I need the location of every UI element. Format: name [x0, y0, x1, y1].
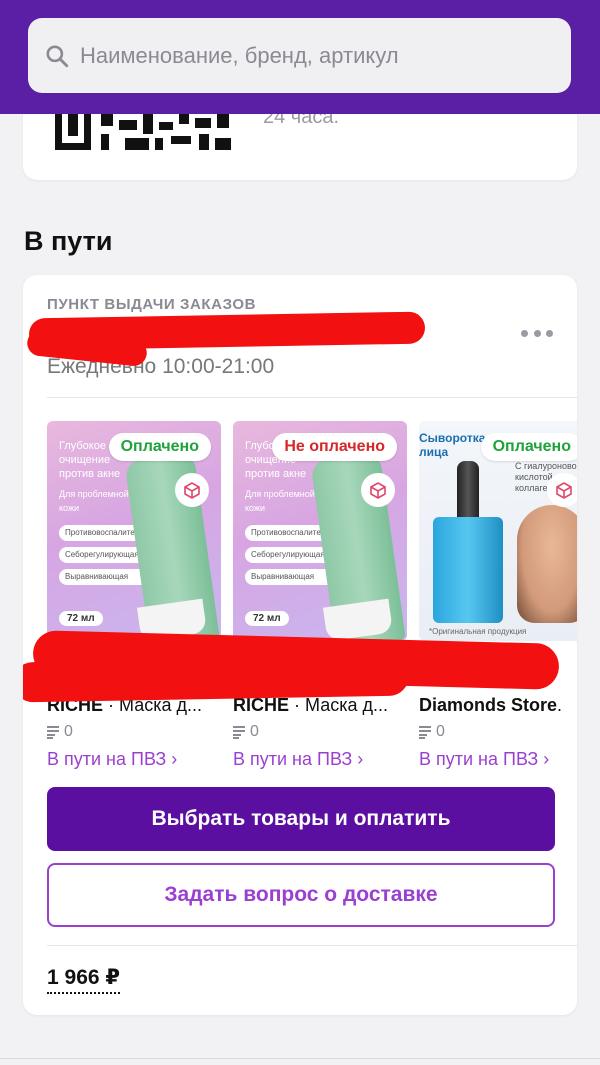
more-options-button[interactable]	[517, 321, 557, 345]
product-name: · Маска д...	[289, 695, 389, 715]
bottle-dropper-illustration	[457, 461, 479, 519]
product-rating: 0	[233, 723, 259, 741]
product-image[interactable]: Глубокое очищение против акне Для пробле…	[47, 421, 221, 641]
order-total[interactable]: 1 966 ₽	[47, 965, 120, 994]
divider	[47, 945, 577, 946]
top-header	[0, 0, 600, 114]
divider	[47, 397, 577, 398]
product-list: Глубокое очищение против акне Для пробле…	[47, 421, 577, 781]
search-bar[interactable]	[28, 18, 571, 93]
product-image-sub: Для проблемной кожи	[59, 489, 129, 513]
ask-delivery-question-button[interactable]: Задать вопрос о доставке	[47, 863, 555, 927]
product-item[interactable]: С гиалуроновой кислотой и коллагеном Сыв…	[419, 421, 577, 769]
payment-status-badge: Оплачено	[108, 433, 211, 461]
product-item[interactable]: Глубокое очищение против акне Для пробле…	[233, 421, 407, 769]
dot-icon	[533, 329, 541, 337]
volume-tag: 72 мл	[245, 611, 289, 626]
delivery-status-link[interactable]: В пути на ПВЗ ›	[47, 749, 177, 770]
dot-icon	[546, 329, 553, 337]
product-title-redaction	[23, 655, 410, 703]
reviews-icon	[419, 726, 431, 739]
search-icon	[46, 44, 69, 67]
dot-icon	[521, 329, 528, 337]
rating-count: 0	[436, 723, 445, 740]
payment-status-badge: Оплачено	[480, 433, 577, 461]
product-image[interactable]: Глубокое очищение против акне Для пробле…	[233, 421, 407, 641]
reviews-icon	[233, 726, 245, 739]
package-return-icon	[175, 473, 209, 507]
volume-tag: 72 мл	[59, 611, 103, 626]
product-brand: Diamonds Store	[419, 695, 558, 715]
product-rating: 0	[47, 723, 73, 741]
in-transit-card: ПУНКТ ВЫДАЧИ ЗАКАЗОВ Ежедневно 10:00-21:…	[23, 275, 577, 1015]
rating-count: 0	[64, 723, 73, 740]
product-title: Diamonds Store.	[419, 695, 577, 716]
search-input[interactable]	[80, 42, 540, 69]
section-title: В пути	[24, 226, 113, 256]
pickup-point-label: ПУНКТ ВЫДАЧИ ЗАКАЗОВ	[47, 296, 257, 313]
product-item[interactable]: Глубокое очищение против акне Для пробле…	[47, 421, 221, 769]
divider	[0, 1058, 600, 1059]
product-name: .	[557, 695, 563, 715]
package-return-icon	[361, 473, 395, 507]
reviews-icon	[47, 726, 59, 739]
model-face-illustration	[517, 505, 577, 623]
package-return-icon	[547, 473, 577, 507]
product-image-sub: Для проблемной кожи	[245, 489, 315, 513]
product-image[interactable]: С гиалуроновой кислотой и коллагеном Сыв…	[419, 421, 577, 641]
serum-bottle-illustration	[433, 517, 503, 623]
select-and-pay-button[interactable]: Выбрать товары и оплатить	[47, 787, 555, 851]
qr-code-icon	[55, 114, 231, 150]
delivery-status-link[interactable]: В пути на ПВЗ ›	[419, 749, 549, 770]
delivery-status-link[interactable]: В пути на ПВЗ ›	[233, 749, 363, 770]
product-rating: 0	[419, 723, 445, 741]
payment-status-badge: Не оплачено	[272, 433, 397, 461]
product-image-note: *Оригинальная продукция	[429, 627, 527, 636]
rating-count: 0	[250, 723, 259, 740]
